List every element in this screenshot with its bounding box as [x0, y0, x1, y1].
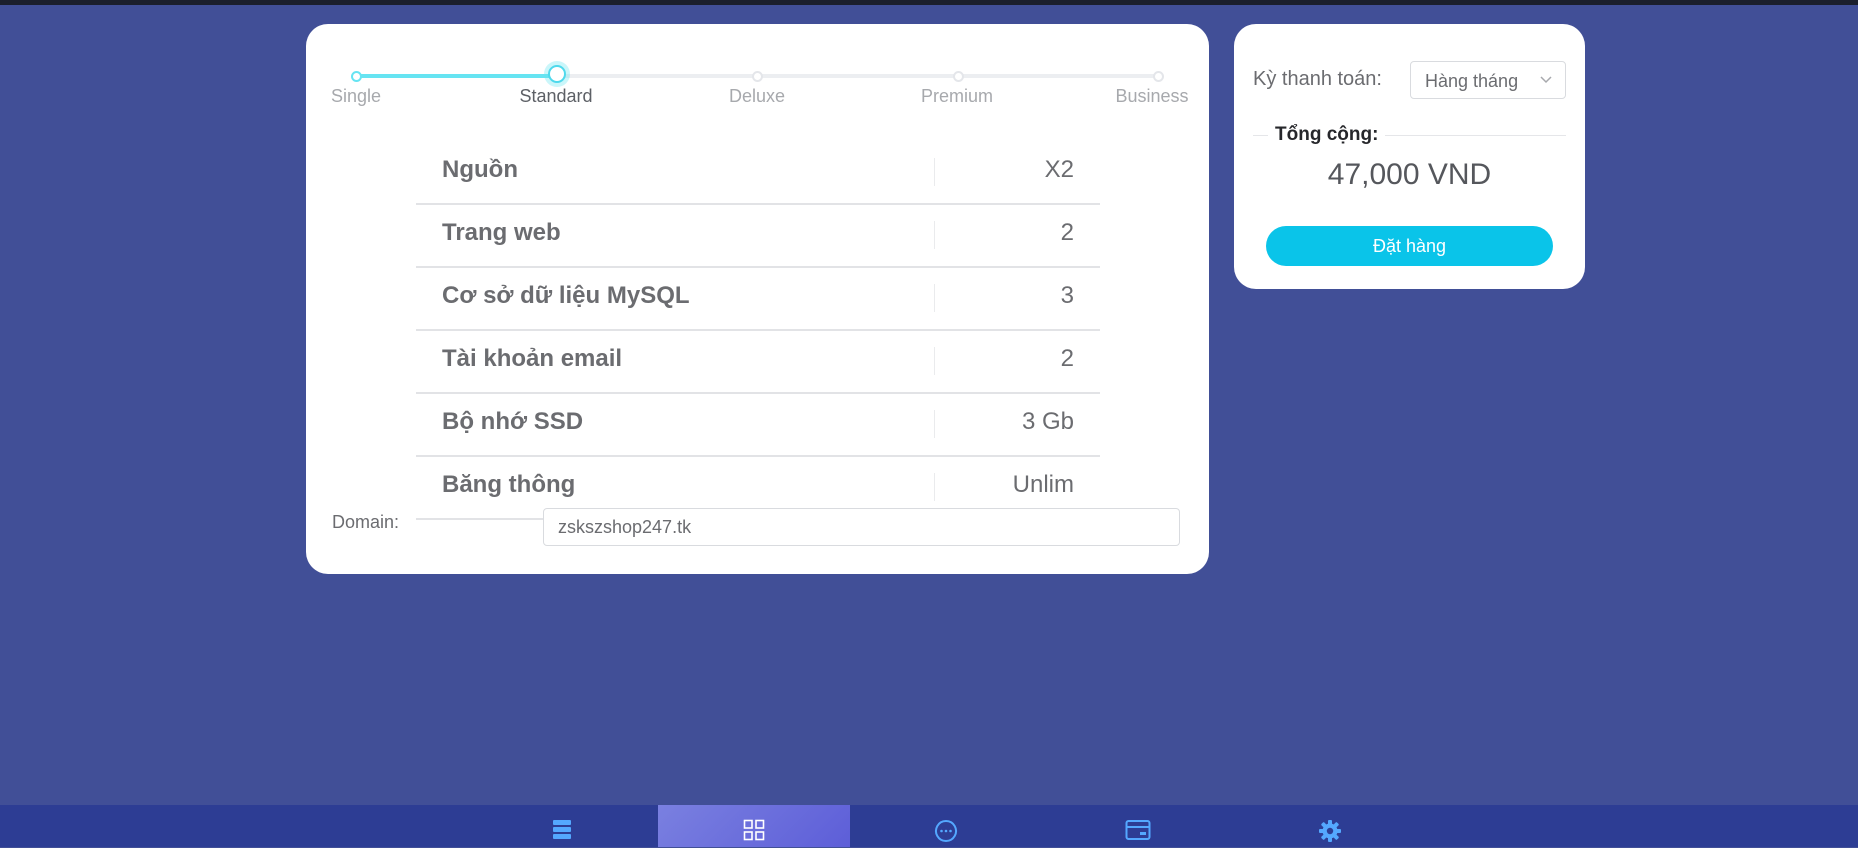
top-bar: [0, 0, 1858, 5]
divider: [934, 473, 935, 501]
order-button[interactable]: Đặt hàng: [1266, 226, 1553, 266]
slider-step-deluxe[interactable]: [752, 71, 763, 82]
plan-card: Single Standard Deluxe Premium Business …: [306, 24, 1209, 574]
divider: [934, 221, 935, 249]
gear-icon: [1318, 819, 1342, 848]
chevron-down-icon: [1539, 70, 1553, 95]
slider-fill: [356, 74, 557, 78]
divider: [934, 284, 935, 312]
spec-row: Bộ nhớ SSD 3 Gb: [416, 394, 1100, 457]
plan-label-business[interactable]: Business: [1115, 86, 1188, 107]
spec-row: Nguồn X2: [416, 142, 1100, 205]
spec-table: Nguồn X2 Trang web 2 Cơ sở dữ liệu MySQL…: [416, 142, 1100, 520]
plan-label-premium[interactable]: Premium: [921, 86, 993, 107]
slider-step-single[interactable]: [351, 71, 362, 82]
server-icon: [552, 819, 572, 844]
billing-period-select[interactable]: Hàng tháng: [1410, 61, 1566, 99]
spec-row: Trang web 2: [416, 205, 1100, 268]
plan-label-deluxe[interactable]: Deluxe: [729, 86, 785, 107]
spec-value: Unlim: [1012, 471, 1074, 498]
billing-period-label: Kỳ thanh toán:: [1253, 68, 1382, 90]
spec-value: 3 Gb: [1021, 408, 1074, 435]
plan-slider[interactable]: [351, 65, 1164, 83]
slider-handle[interactable]: [547, 65, 566, 83]
plan-labels: Single Standard Deluxe Premium Business: [306, 86, 1209, 110]
nav-item-settings[interactable]: [1234, 805, 1426, 847]
spec-name: Cơ sở dữ liệu MySQL: [442, 282, 690, 309]
nav-item-dashboard[interactable]: [658, 805, 850, 847]
divider: [934, 158, 935, 186]
spec-value: 2: [1060, 219, 1074, 246]
spec-name: Băng thông: [442, 471, 576, 498]
total-label: Tổng cộng:: [1268, 124, 1386, 146]
spec-row: Tài khoản email 2: [416, 331, 1100, 394]
spec-name: Tài khoản email: [442, 345, 623, 372]
spec-value: 2: [1060, 345, 1074, 372]
spec-name: Bộ nhớ SSD: [442, 408, 584, 435]
order-summary-card: Kỳ thanh toán: Hàng tháng Tổng cộng: 47,…: [1234, 24, 1585, 289]
grid-icon: [743, 819, 765, 846]
card-icon: [1125, 819, 1151, 846]
bottom-nav: [0, 805, 1858, 847]
chat-icon: [934, 819, 958, 848]
plan-label-standard[interactable]: Standard: [519, 86, 592, 107]
domain-input[interactable]: [543, 508, 1180, 546]
domain-label: Domain:: [332, 512, 400, 532]
plan-label-single[interactable]: Single: [331, 86, 381, 107]
total-price: 47,000 VND: [1327, 158, 1492, 191]
nav-item-billing[interactable]: [1042, 805, 1234, 847]
spec-name: Nguồn: [442, 156, 518, 183]
spec-name: Trang web: [442, 219, 561, 246]
slider-step-business[interactable]: [1153, 71, 1164, 82]
spec-row: Cơ sở dữ liệu MySQL 3: [416, 268, 1100, 331]
slider-step-premium[interactable]: [952, 71, 964, 82]
spec-value: X2: [1044, 156, 1074, 183]
billing-period-value: Hàng tháng: [1425, 71, 1519, 91]
nav-item-servers[interactable]: [466, 805, 658, 847]
divider: [934, 410, 935, 438]
nav-item-messages[interactable]: [850, 805, 1042, 847]
spec-value: 3: [1060, 282, 1074, 309]
divider: [934, 347, 935, 375]
